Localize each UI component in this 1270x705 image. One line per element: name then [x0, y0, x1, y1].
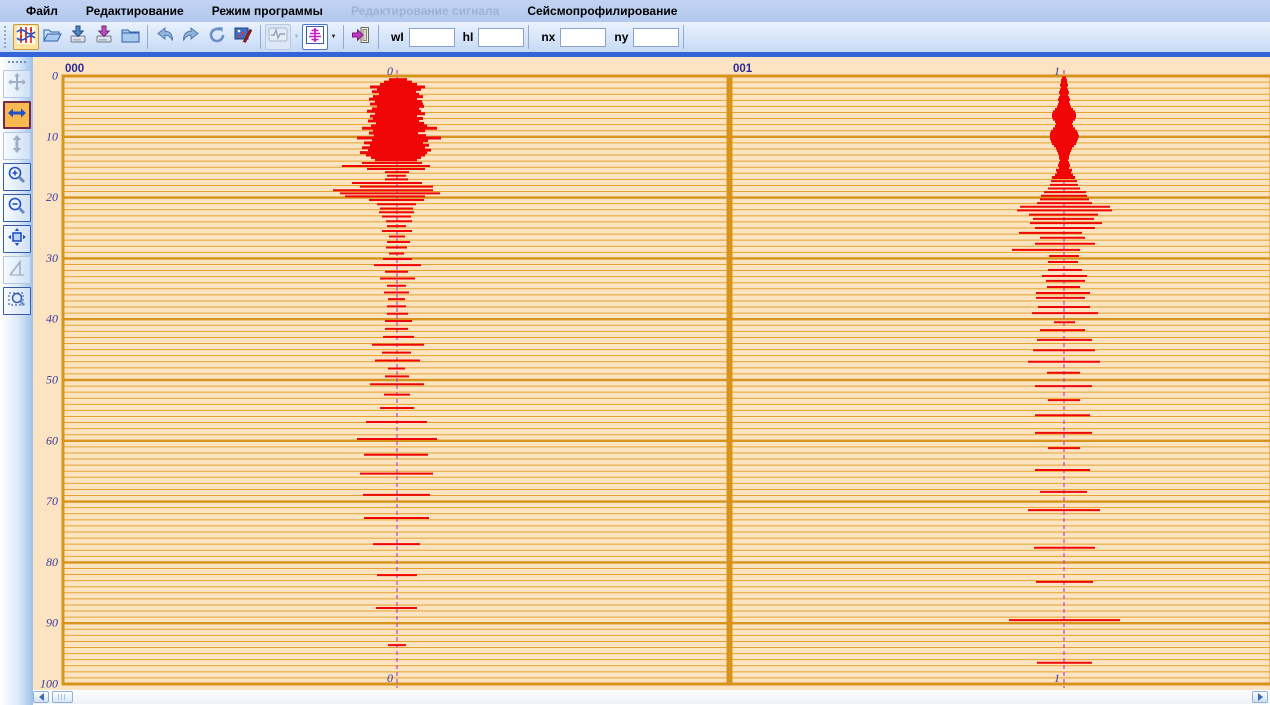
reset-button[interactable] — [204, 24, 230, 50]
zoom-selection-icon — [7, 289, 27, 314]
panel-id-label: 000 — [65, 63, 84, 75]
nx-input[interactable] — [560, 28, 606, 47]
edit-image-icon — [233, 25, 253, 50]
trace-top-label: 0 — [387, 64, 393, 78]
axis-tick-label: 80 — [46, 555, 58, 569]
trace-bottom-label: 0 — [387, 671, 393, 685]
reset-icon — [207, 25, 227, 50]
signal-waveform-icon — [268, 25, 288, 50]
menu-file[interactable]: Файл — [12, 2, 72, 20]
load-from-disk-button[interactable] — [65, 24, 91, 50]
redo-icon — [181, 25, 201, 50]
field-label-ny: ny — [614, 30, 628, 44]
open-folder-icon — [42, 25, 62, 50]
save-to-disk-button[interactable] — [91, 24, 117, 50]
zoom-out-button[interactable] — [3, 194, 31, 222]
axis-tick-label: 70 — [46, 494, 58, 508]
toolbar-grip[interactable] — [4, 26, 9, 48]
seismic-plot-canvas[interactable]: 00000001110102030405060708090100 — [33, 57, 1270, 690]
edit-image-button[interactable] — [230, 24, 256, 50]
hI-input[interactable] — [478, 28, 524, 47]
axis-tick-label: 60 — [46, 433, 58, 447]
zoom-out-icon — [7, 196, 27, 221]
dropdown-arrow-icon: ▼ — [331, 34, 337, 40]
axis-tick-label: 20 — [46, 190, 58, 204]
menu-bar: Файл Редактирование Режим программы Реда… — [0, 0, 1270, 22]
menu-seismic-profiling[interactable]: Сейсмопрофилирование — [513, 2, 691, 20]
chevron-left-icon — [39, 693, 44, 701]
sidebar-grip[interactable] — [8, 61, 26, 66]
undo-icon — [155, 25, 175, 50]
horizontal-arrow-icon — [7, 103, 27, 128]
redo-button[interactable] — [178, 24, 204, 50]
field-label-hI: hI — [463, 30, 474, 44]
trace-display-icon — [305, 25, 325, 50]
undo-button[interactable] — [152, 24, 178, 50]
dropdown-arrow-icon: ▼ — [294, 34, 300, 40]
exit-door-icon — [351, 25, 371, 50]
toolbar-separator — [260, 25, 261, 49]
toolbar-separator — [683, 25, 684, 49]
wI-input[interactable] — [409, 28, 455, 47]
scroll-left-button[interactable] — [33, 691, 49, 703]
pan-icon — [7, 72, 27, 97]
axis-tick-label: 100 — [40, 677, 58, 691]
field-label-nx: nx — [541, 30, 555, 44]
trace-bottom-label: 1 — [1054, 671, 1060, 685]
zoom-in-button[interactable] — [3, 163, 31, 191]
scale-horizontal-button[interactable] — [3, 101, 31, 129]
load-from-disk-icon — [68, 25, 88, 50]
axis-tick-label: 90 — [46, 616, 58, 630]
zoom-in-icon — [7, 165, 27, 190]
axis-tick-label: 10 — [46, 129, 58, 143]
fit-to-window-button[interactable] — [3, 225, 31, 253]
signal-view-dropdown: ▼ — [291, 24, 302, 50]
panel-id-label: 001 — [733, 63, 753, 75]
axis-tick-label: 0 — [52, 69, 58, 83]
menu-signal-editing: Редактирование сигнала — [337, 2, 513, 20]
seismic-view-button[interactable] — [13, 24, 39, 50]
thumb-grip-icon — [58, 694, 67, 700]
scrollbar-thumb[interactable] — [52, 691, 73, 703]
vertical-arrow-icon — [7, 134, 27, 159]
zoom-selection-button[interactable] — [3, 287, 31, 315]
scroll-right-button[interactable] — [1252, 691, 1268, 703]
folder-icon — [120, 25, 140, 50]
save-to-disk-icon — [94, 25, 114, 50]
toolbar-separator — [378, 25, 379, 49]
menu-edit[interactable]: Редактирование — [72, 2, 198, 20]
pan-button — [3, 70, 31, 98]
trace-display-button[interactable] — [302, 24, 328, 50]
axis-tick-label: 50 — [46, 373, 58, 387]
line-chart-icon — [7, 258, 27, 283]
signal-view-button — [265, 24, 291, 50]
toolbar-separator — [147, 25, 148, 49]
ny-input[interactable] — [633, 28, 679, 47]
trace-top-label: 1 — [1054, 64, 1060, 78]
seismic-view-icon — [16, 25, 36, 50]
toolbar: ▼ ▼ wI hI nx ny — [0, 22, 1270, 52]
trace-display-dropdown[interactable]: ▼ — [328, 24, 339, 50]
scale-vertical-button — [3, 132, 31, 160]
axis-tick-label: 30 — [45, 251, 58, 265]
line-mode-button — [3, 256, 31, 284]
folder-button[interactable] — [117, 24, 143, 50]
axis-tick-label: 40 — [46, 312, 58, 326]
exit-button[interactable] — [348, 24, 374, 50]
horizontal-scrollbar[interactable] — [33, 690, 1270, 704]
tools-sidebar — [0, 57, 33, 705]
fit-to-window-icon — [7, 227, 27, 252]
menu-program-mode[interactable]: Режим программы — [198, 2, 337, 20]
open-folder-button[interactable] — [39, 24, 65, 50]
toolbar-separator — [343, 25, 344, 49]
field-label-wI: wI — [391, 30, 404, 44]
toolbar-separator — [528, 25, 529, 49]
chevron-right-icon — [1258, 693, 1263, 701]
